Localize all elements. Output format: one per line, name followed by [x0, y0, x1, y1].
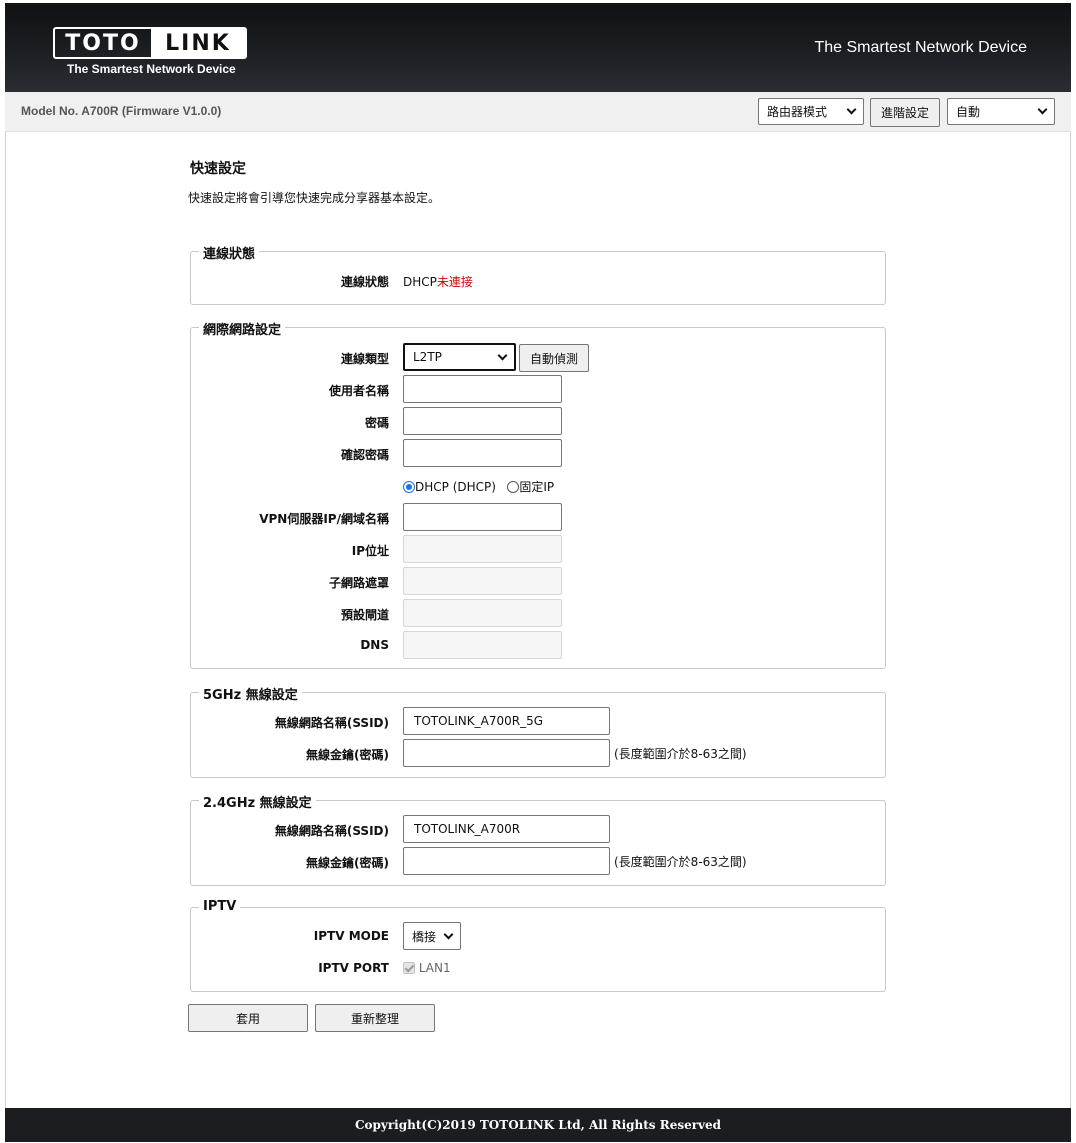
subnet-mask-label: 子網路遮罩: [328, 576, 389, 590]
header-tagline: The Smartest Network Device: [814, 39, 1027, 56]
status-badge: 未連接: [436, 275, 473, 289]
subnet-mask-input: [403, 567, 562, 595]
logo-tagline: The Smartest Network Device: [67, 62, 236, 76]
password-input[interactable]: [403, 407, 562, 435]
key-5g-input[interactable]: [403, 739, 610, 767]
wifi-5g-section: 5GHz 無線設定 無線網路名稱(SSID) TOTOLINK_A700R_5G…: [190, 684, 886, 778]
iptv-port-label: IPTV PORT: [318, 961, 389, 975]
key-5g-label: 無線金鑰(密碼): [306, 748, 389, 762]
confirm-password-input[interactable]: [403, 439, 562, 467]
connection-type-select[interactable]: L2TP: [403, 343, 516, 371]
logo-text-right: LINK: [151, 29, 245, 57]
connection-type-text: DHCP: [403, 275, 437, 289]
copyright-text: Copyright(C)2019 TOTOLINK Ltd, All Right…: [354, 1118, 722, 1132]
key-24g-hint: (長度範圍介於8-63之間): [614, 855, 747, 869]
section-legend: IPTV: [199, 899, 241, 914]
language-select-value: 自動: [956, 105, 981, 119]
confirm-password-label: 確認密碼: [340, 448, 389, 462]
ip-address-input: [403, 535, 562, 563]
ssid-5g-label: 無線網路名稱(SSID): [274, 716, 389, 730]
section-legend: 5GHz 無線設定: [199, 684, 302, 703]
iptv-mode-value: 橋接: [412, 929, 437, 944]
iptv-mode-label: IPTV MODE: [313, 929, 389, 943]
footer: Copyright(C)2019 TOTOLINK Ltd, All Right…: [5, 1108, 1071, 1142]
key-5g-hint: (長度範圍介於8-63之間): [614, 747, 747, 761]
page-title: 快速設定: [190, 161, 246, 177]
radio-dhcp[interactable]: DHCP (DHCP): [403, 480, 496, 494]
totolink-logo: TOTO LINK: [53, 27, 247, 59]
default-gateway-input: [403, 599, 562, 627]
iptv-port-checkbox: LAN1: [403, 961, 451, 975]
iptv-mode-select[interactable]: 橋接: [403, 922, 461, 950]
header: TOTO LINK The Smartest Network Device Th…: [5, 3, 1071, 92]
mode-select-value: 路由器模式: [767, 105, 828, 119]
default-gateway-label: 預設閘道: [340, 608, 389, 622]
password-label: 密碼: [364, 416, 389, 430]
chevron-down-icon: [846, 104, 857, 115]
chevron-down-icon: [497, 350, 508, 360]
connection-type-label: 連線類型: [340, 352, 389, 366]
connection-status-value: DHCP未連接: [403, 273, 473, 290]
model-info: Model No. A700R (Firmware V1.0.0): [21, 104, 222, 118]
iptv-port-value: LAN1: [418, 961, 451, 975]
refresh-button[interactable]: 重新整理: [315, 1004, 435, 1032]
radio-checked-icon: [403, 481, 415, 493]
iptv-section: IPTV IPTV MODE 橋接 IPTV PORT LAN1: [190, 899, 886, 992]
section-legend: 網際網路設定: [199, 319, 286, 338]
ssid-5g-input[interactable]: TOTOLINK_A700R_5G: [403, 707, 610, 735]
connection-type-value: L2TP: [413, 350, 442, 364]
radio-static-label: 固定IP: [519, 480, 555, 494]
mode-select[interactable]: 路由器模式: [758, 98, 864, 125]
section-legend: 連線狀態: [199, 243, 260, 262]
chevron-down-icon: [443, 929, 454, 939]
language-select[interactable]: 自動: [947, 98, 1055, 125]
connection-status-label: 連線狀態: [340, 275, 389, 289]
logo-text-left: TOTO: [65, 30, 141, 56]
section-legend: 2.4GHz 無線設定: [199, 792, 316, 811]
ssid-24g-input[interactable]: TOTOLINK_A700R: [403, 815, 610, 843]
radio-static-ip[interactable]: 固定IP: [507, 480, 554, 494]
connection-status-section: 連線狀態 連線狀態 DHCP未連接: [190, 243, 886, 305]
radio-unchecked-icon: [507, 481, 520, 493]
vpn-server-label: VPN伺服器IP/網域名稱: [259, 512, 389, 526]
wifi-24g-section: 2.4GHz 無線設定 無線網路名稱(SSID) TOTOLINK_A700R …: [190, 792, 886, 886]
page-description: 快速設定將會引導您快速完成分享器基本設定。: [188, 191, 441, 205]
chevron-down-icon: [1037, 104, 1048, 115]
ssid-24g-label: 無線網路名稱(SSID): [274, 824, 389, 838]
dns-input: [403, 631, 562, 659]
apply-button[interactable]: 套用: [188, 1004, 308, 1032]
advanced-settings-button[interactable]: 進階設定: [870, 98, 940, 127]
auto-detect-button[interactable]: 自動偵測: [519, 344, 589, 372]
ip-address-label: IP位址: [351, 544, 389, 558]
username-label: 使用者名稱: [328, 384, 389, 398]
vpn-server-input[interactable]: [403, 503, 562, 531]
ip-mode-radio-group: DHCP (DHCP) 固定IP: [403, 478, 554, 495]
dns-label: DNS: [360, 638, 389, 652]
radio-dhcp-label: DHCP (DHCP): [415, 480, 496, 494]
key-24g-label: 無線金鑰(密碼): [306, 856, 389, 870]
checkbox-checked-icon: [403, 962, 415, 974]
username-input[interactable]: [403, 375, 562, 403]
key-24g-input[interactable]: [403, 847, 610, 875]
internet-settings-section: 網際網路設定 連線類型 L2TP 自動偵測 使用者名稱 密碼 確認密碼 DHCP…: [190, 319, 886, 669]
